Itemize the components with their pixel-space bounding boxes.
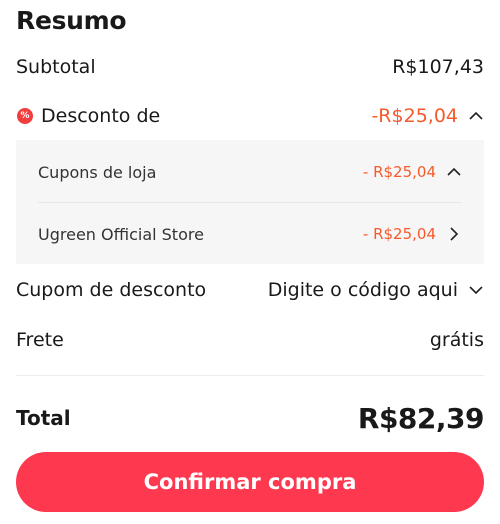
shipping-label: Frete <box>16 329 64 351</box>
total-label: Total <box>16 406 71 430</box>
discount-details-panel: Cupons de loja - R$25,04 Ugreen Official… <box>16 140 484 264</box>
store-discount-value: - R$25,04 <box>362 225 436 243</box>
chevron-right-icon[interactable] <box>446 226 462 242</box>
chevron-down-icon[interactable] <box>468 282 484 298</box>
divider <box>38 202 462 203</box>
discount-value: -R$25,04 <box>371 105 458 127</box>
total-value: R$82,39 <box>357 401 485 435</box>
discount-toggle[interactable]: -R$25,04 <box>371 105 484 127</box>
store-coupons-value: - R$25,04 <box>362 163 436 181</box>
coupon-label: Cupom de desconto <box>16 279 207 301</box>
summary-title: Resumo <box>16 6 127 35</box>
percent-badge-icon: % <box>17 108 33 124</box>
chevron-up-icon[interactable] <box>446 164 462 180</box>
coupon-row[interactable]: Cupom de desconto Digite o código aqui <box>16 277 484 303</box>
shipping-row: Frete grátis <box>16 327 484 353</box>
chevron-up-icon[interactable] <box>468 108 484 124</box>
confirm-purchase-button[interactable]: Confirmar compra <box>16 452 484 512</box>
subtotal-value: R$107,43 <box>392 56 484 78</box>
subtotal-label: Subtotal <box>16 56 96 78</box>
store-coupons-row[interactable]: Cupons de loja - R$25,04 <box>38 160 462 184</box>
shipping-value: grátis <box>429 329 484 351</box>
discount-label: Desconto de <box>41 105 161 127</box>
discount-row[interactable]: % Desconto de -R$25,04 <box>16 103 484 129</box>
coupon-code-input[interactable]: Digite o código aqui <box>268 279 484 301</box>
subtotal-row: Subtotal R$107,43 <box>16 54 484 80</box>
coupon-placeholder: Digite o código aqui <box>267 279 458 301</box>
store-name: Ugreen Official Store <box>38 224 204 244</box>
discount-label-group: % Desconto de <box>16 105 160 127</box>
divider <box>16 375 484 376</box>
store-coupons-label: Cupons de loja <box>38 162 157 182</box>
store-row[interactable]: Ugreen Official Store - R$25,04 <box>38 222 462 246</box>
total-row: Total R$82,39 <box>16 400 485 436</box>
